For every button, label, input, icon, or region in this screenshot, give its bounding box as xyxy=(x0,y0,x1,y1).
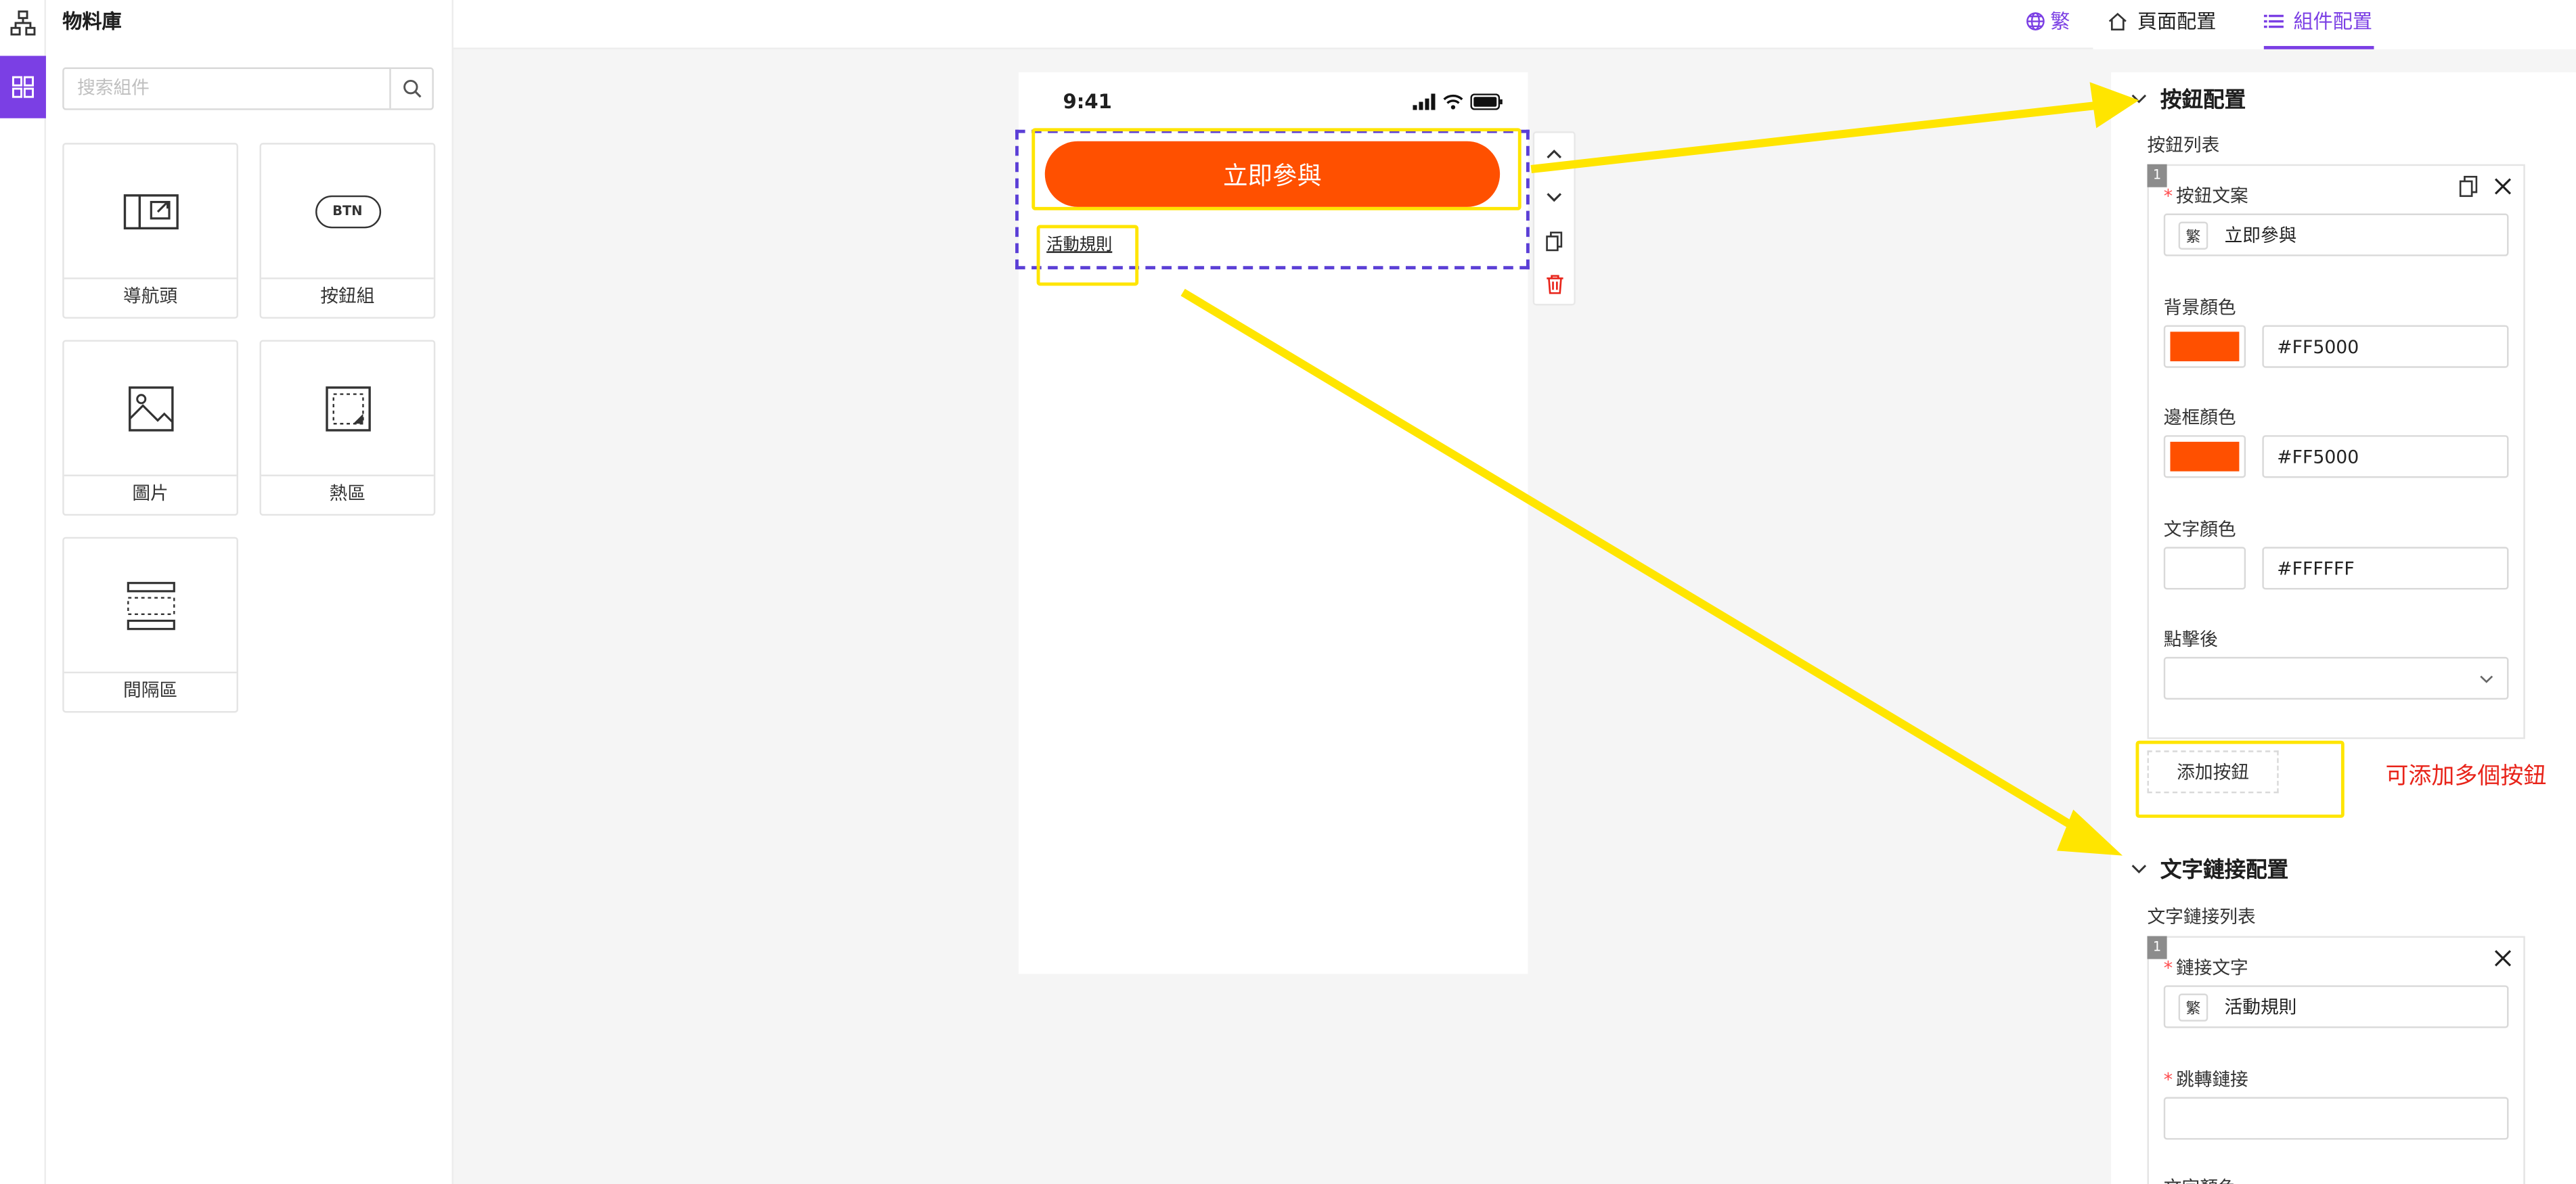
arrow-to-button-config xyxy=(1530,101,2100,174)
arrow-to-link-config xyxy=(1180,288,2089,838)
app-stage: 物料庫 導航頭 BTN 按鈕組 圖片 xyxy=(0,0,2576,1184)
arrow-head xyxy=(2089,82,2139,129)
arrow-head xyxy=(2056,809,2123,856)
annotation-arrows xyxy=(1180,82,2139,856)
